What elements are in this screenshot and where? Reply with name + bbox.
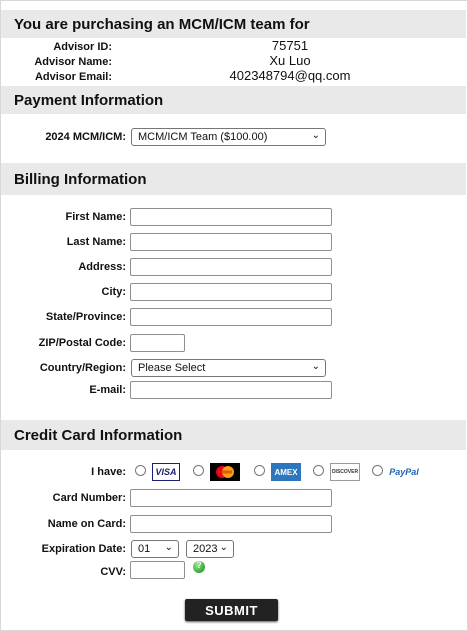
exp-year-selected: 2023 (193, 543, 218, 555)
exp-year-select[interactable]: 2023 ⌄ (186, 540, 234, 558)
expiration-label: Expiration Date: (41, 543, 126, 555)
name-on-card-label: Name on Card: (47, 518, 126, 530)
discover-radio[interactable] (313, 465, 324, 476)
chevron-down-icon: ⌄ (219, 542, 228, 553)
advisor-id-label: Advisor ID: (53, 41, 112, 53)
advisor-email-value: 402348794@qq.com (229, 68, 351, 83)
mastercard-radio[interactable] (193, 465, 204, 476)
first-name-input[interactable] (130, 208, 332, 226)
team-type-selected: MCM/ICM Team ($100.00) (138, 131, 268, 143)
chevron-down-icon: ⌄ (311, 130, 320, 141)
last-name-label: Last Name: (66, 236, 126, 248)
zip-input[interactable] (130, 334, 185, 352)
exp-month-select[interactable]: 01 ⌄ (131, 540, 179, 558)
advisor-name-label: Advisor Name: (34, 56, 112, 68)
first-name-label: First Name: (65, 211, 126, 223)
state-input[interactable] (130, 308, 332, 326)
state-label: State/Province: (45, 311, 126, 323)
amex-icon: AMEX (271, 463, 301, 481)
zip-label: ZIP/Postal Code: (38, 337, 126, 349)
help-icon[interactable]: ? (193, 560, 205, 573)
chevron-down-icon: ⌄ (311, 361, 320, 372)
chevron-down-icon: ⌄ (164, 542, 173, 553)
email-label: E-mail: (89, 384, 126, 396)
discover-icon: DISCOVER (330, 463, 360, 481)
paypal-icon: PayPal (389, 467, 419, 477)
advisor-name-value: Xu Luo (269, 53, 311, 68)
payment-section-title: Payment Information (1, 86, 466, 114)
advisor-id-value: 75751 (271, 38, 309, 53)
country-select[interactable]: Please Select ⌄ (131, 359, 326, 377)
paypal-radio[interactable] (372, 465, 383, 476)
country-selected: Please Select (138, 362, 206, 374)
visa-radio[interactable] (135, 465, 146, 476)
visa-icon: VISA (152, 463, 180, 481)
billing-section-title: Billing Information (1, 163, 466, 195)
team-type-label: 2024 MCM/ICM: (45, 131, 126, 143)
team-type-select[interactable]: MCM/ICM Team ($100.00) ⌄ (131, 128, 326, 146)
card-number-label: Card Number: (52, 492, 126, 504)
address-label: Address: (78, 261, 126, 273)
exp-month-selected: 01 (138, 543, 151, 555)
city-label: City: (101, 286, 126, 298)
name-on-card-input[interactable] (130, 515, 332, 533)
mastercard-icon (210, 463, 240, 481)
card-number-input[interactable] (130, 489, 332, 507)
address-input[interactable] (130, 258, 332, 276)
credit-section-title: Credit Card Information (1, 420, 466, 450)
last-name-input[interactable] (130, 233, 332, 251)
cvv-label: CVV: (100, 566, 126, 578)
city-input[interactable] (130, 283, 332, 301)
email-input[interactable] (130, 381, 332, 399)
purchase-header: You are purchasing an MCM/ICM team for (1, 10, 466, 38)
submit-button[interactable]: SUBMIT (185, 599, 278, 621)
cvv-input[interactable] (130, 561, 185, 579)
amex-radio[interactable] (254, 465, 265, 476)
card-type-label: I have: (91, 466, 126, 478)
advisor-email-label: Advisor Email: (34, 71, 112, 83)
country-label: Country/Region: (39, 362, 126, 374)
